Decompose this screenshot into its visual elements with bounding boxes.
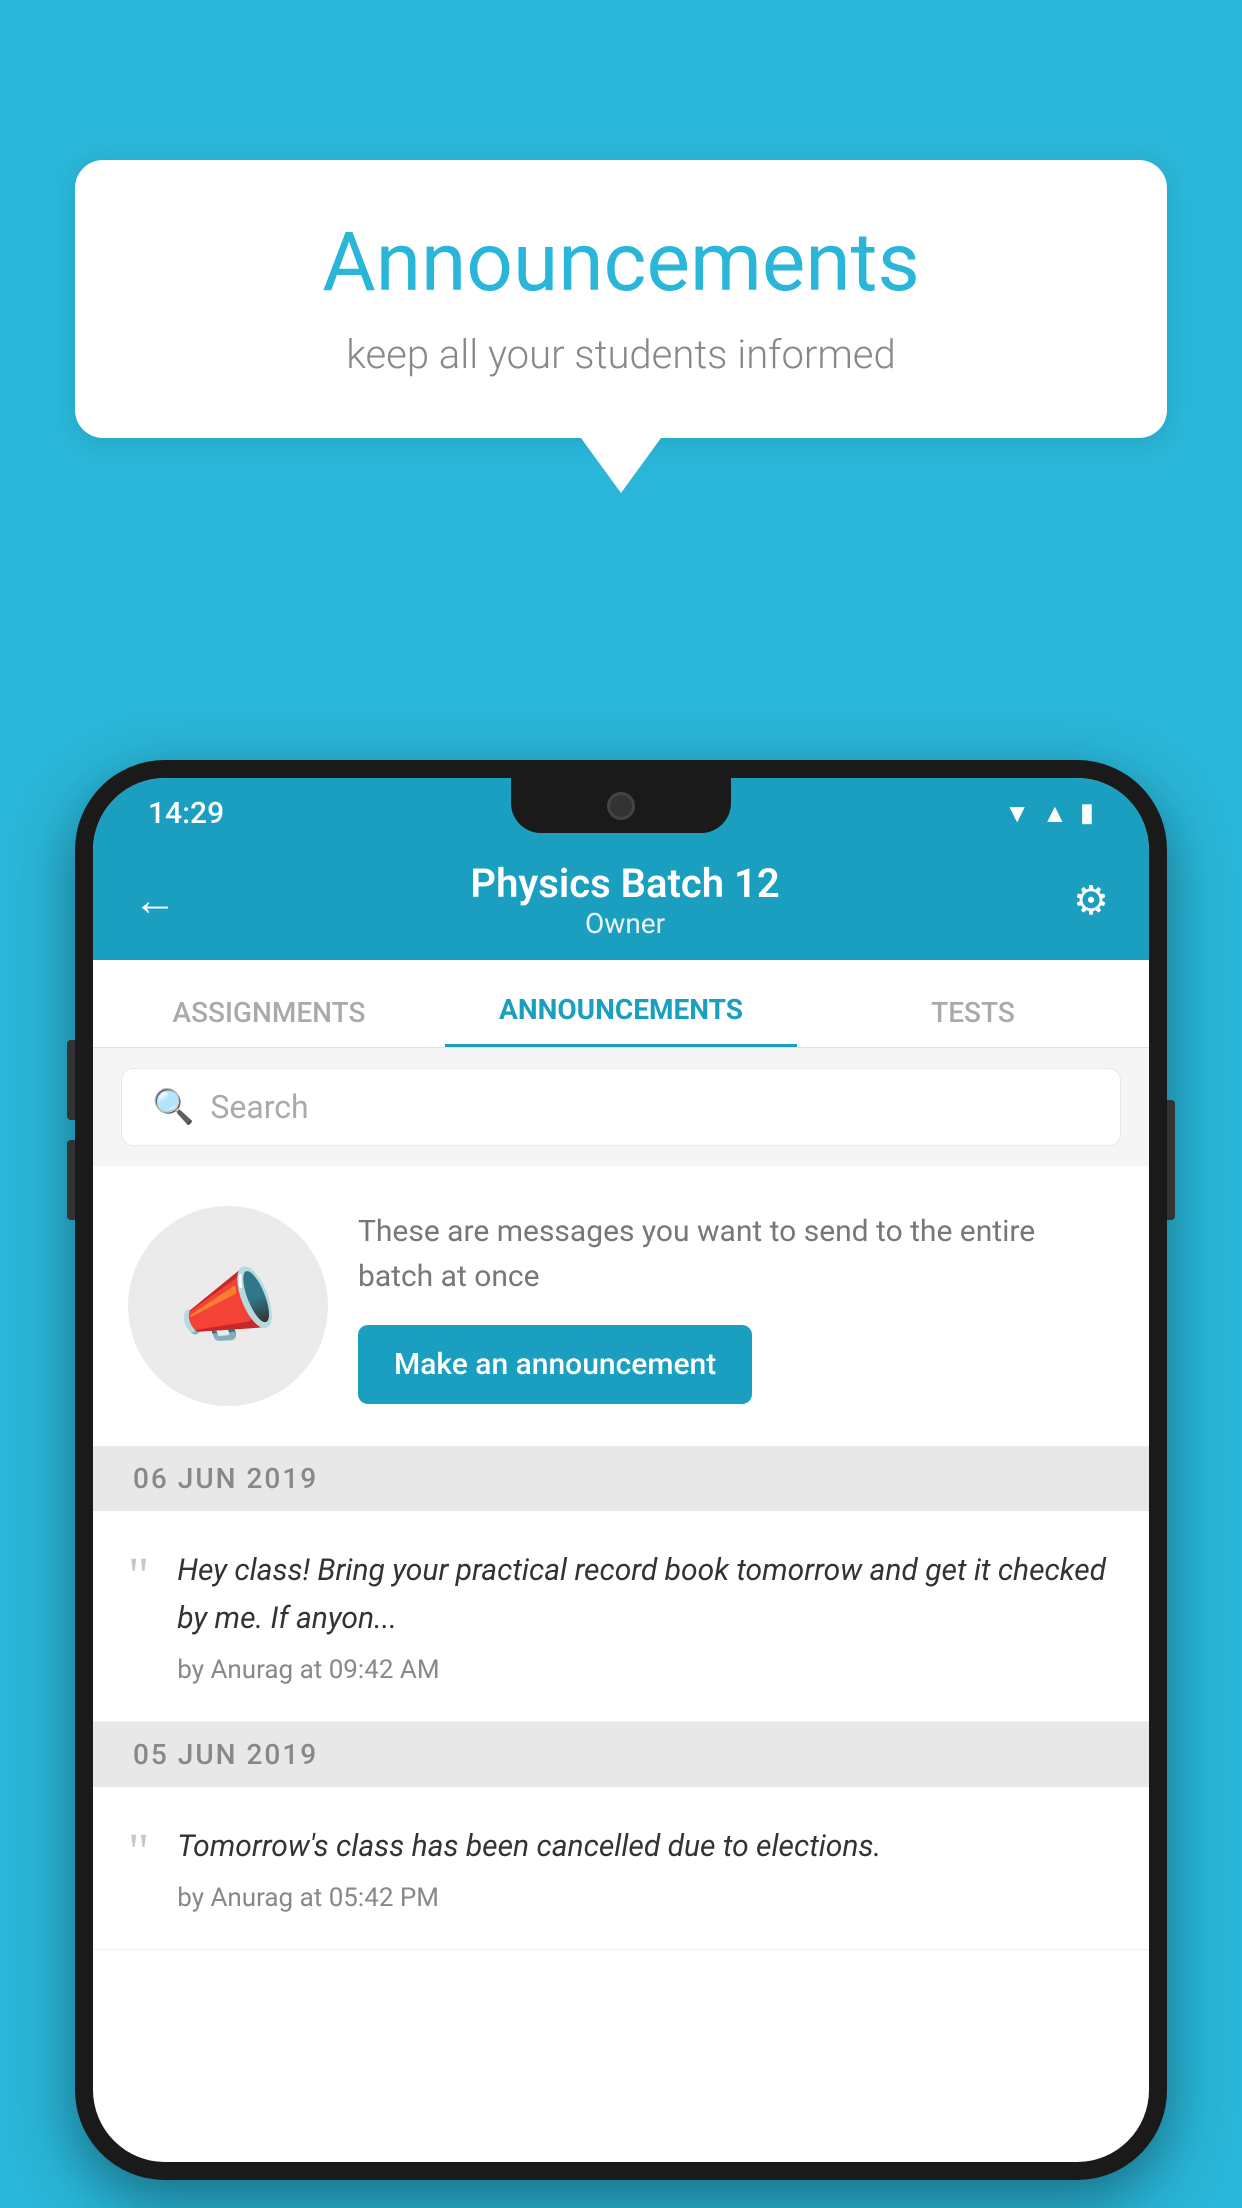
announcement-meta-1: by Anurag at 09:42 AM [177,1655,1114,1685]
phone-notch [511,778,731,833]
back-button[interactable]: ← [133,874,177,926]
date-divider-2: 05 JUN 2019 [93,1722,1149,1787]
search-bar-wrapper: 🔍 Search [93,1048,1149,1166]
power-button[interactable] [1167,1100,1175,1220]
search-placeholder: Search [210,1088,308,1126]
app-bar: ← Physics Batch 12 Owner ⚙ [93,840,1149,960]
tab-tests[interactable]: TESTS [797,960,1149,1047]
speech-bubble: Announcements keep all your students inf… [75,160,1167,438]
announcement-text-2: Tomorrow's class has been cancelled due … [177,1823,1114,1871]
bubble-pointer [581,438,661,493]
announcement-text-1: Hey class! Bring your practical record b… [177,1547,1114,1643]
phone-screen: 14:29 ▼ ▲ ▮ ← Physics Batch 12 Owner ⚙ [93,778,1149,2162]
search-bar[interactable]: 🔍 Search [121,1068,1121,1146]
announcement-meta-2: by Anurag at 05:42 PM [177,1883,1114,1913]
announcement-content-2: Tomorrow's class has been cancelled due … [177,1823,1114,1913]
promo-description: These are messages you want to send to t… [358,1209,1114,1299]
bubble-title: Announcements [135,215,1107,311]
status-time: 14:29 [148,796,224,831]
megaphone-icon: 📣 [178,1259,278,1353]
speech-bubble-section: Announcements keep all your students inf… [75,160,1167,493]
announcement-item-1[interactable]: " Hey class! Bring your practical record… [93,1511,1149,1722]
date-divider-1: 06 JUN 2019 [93,1446,1149,1511]
promo-icon-circle: 📣 [128,1206,328,1406]
announcement-item-2[interactable]: " Tomorrow's class has been cancelled du… [93,1787,1149,1950]
settings-button[interactable]: ⚙ [1073,877,1109,924]
battery-icon: ▮ [1080,798,1094,828]
app-bar-subtitle: Owner [470,907,779,940]
make-announcement-button[interactable]: Make an announcement [358,1325,752,1404]
announcement-content-1: Hey class! Bring your practical record b… [177,1547,1114,1685]
announcement-promo: 📣 These are messages you want to send to… [93,1166,1149,1446]
front-camera [607,792,635,820]
phone-mockup: 14:29 ▼ ▲ ▮ ← Physics Batch 12 Owner ⚙ [75,760,1167,2180]
phone-outer-frame: 14:29 ▼ ▲ ▮ ← Physics Batch 12 Owner ⚙ [75,760,1167,2180]
bubble-subtitle: keep all your students informed [135,331,1107,378]
app-bar-title: Physics Batch 12 [470,860,779,907]
app-bar-center: Physics Batch 12 Owner [470,860,779,940]
quote-icon-2: " [128,1827,149,1879]
signal-icon: ▲ [1042,798,1068,829]
volume-up-button[interactable] [67,1040,75,1120]
status-icons: ▼ ▲ ▮ [1004,798,1094,829]
quote-icon-1: " [128,1551,149,1603]
tab-announcements[interactable]: ANNOUNCEMENTS [445,960,797,1047]
screen-content: ← Physics Batch 12 Owner ⚙ ASSIGNMENTS A… [93,840,1149,2162]
tab-bar: ASSIGNMENTS ANNOUNCEMENTS TESTS [93,960,1149,1048]
volume-down-button[interactable] [67,1140,75,1220]
search-icon: 🔍 [152,1087,194,1127]
wifi-icon: ▼ [1004,798,1030,829]
tab-assignments[interactable]: ASSIGNMENTS [93,960,445,1047]
promo-content: These are messages you want to send to t… [358,1209,1114,1404]
